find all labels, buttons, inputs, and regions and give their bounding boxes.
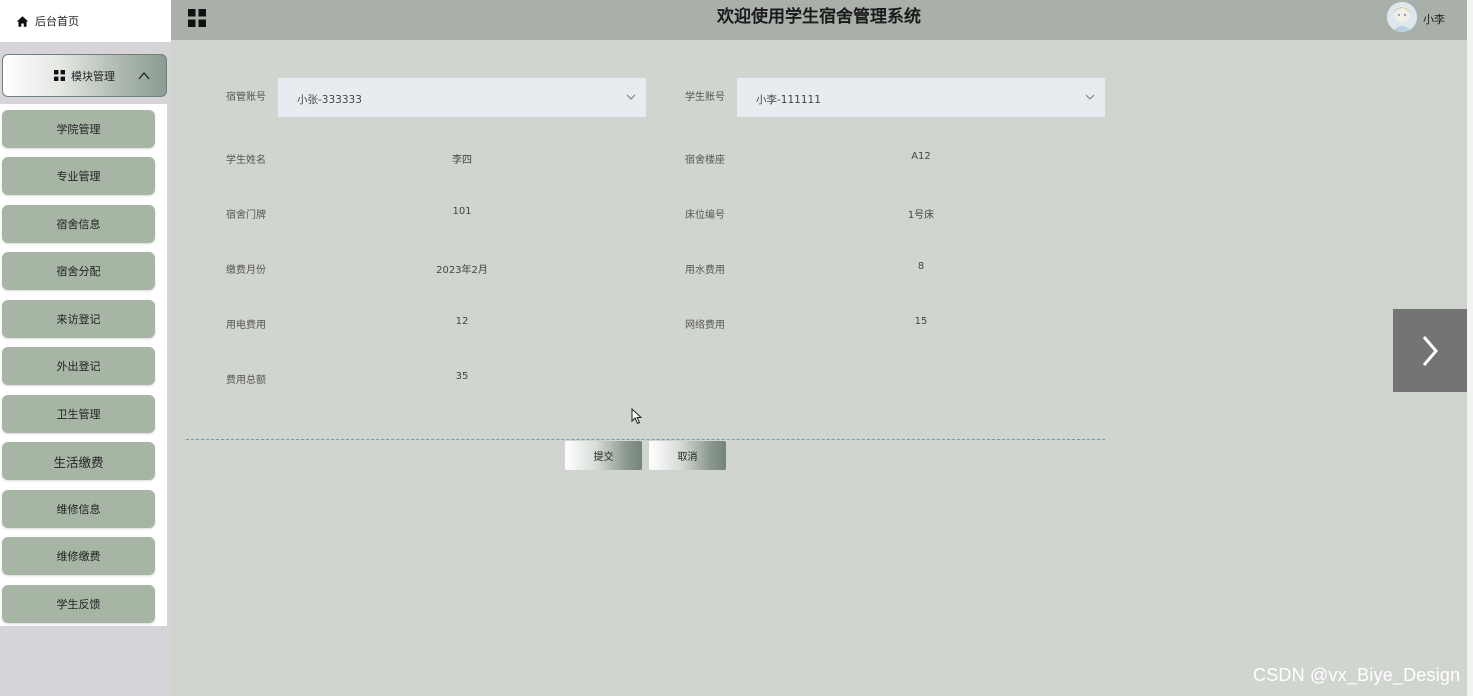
sidebar-item-repair-fees[interactable]: 维修缴费 — [2, 537, 155, 575]
sidebar-item-dorm-info[interactable]: 宿舍信息 — [2, 205, 155, 243]
month-value: 2023年2月 — [436, 265, 488, 276]
avatar-image-icon — [1387, 2, 1417, 32]
student-account-value: 小李-111111 — [756, 94, 821, 106]
username[interactable]: 小李 — [1423, 11, 1445, 27]
water-fee-value: 8 — [917, 261, 925, 272]
building-value: A12 — [911, 151, 931, 162]
bed-label: 床位编号 — [685, 210, 725, 221]
scrollbar-track — [1467, 0, 1473, 696]
submit-button[interactable]: 提交 — [565, 441, 642, 470]
water-fee-label: 用水费用 — [685, 265, 725, 276]
chevron-up-icon — [138, 71, 150, 80]
student-account-select[interactable]: 小李-111111 — [737, 78, 1105, 117]
manager-account-value: 小张-333333 — [297, 94, 362, 106]
student-account-label: 学生账号 — [685, 92, 725, 103]
manager-account-label: 宿管账号 — [226, 92, 266, 103]
mouse-cursor-icon — [631, 408, 643, 425]
sidebar-item-hygiene[interactable]: 卫生管理 — [2, 395, 155, 433]
home-link[interactable]: 后台首页 — [0, 0, 171, 42]
network-fee-value: 15 — [914, 316, 928, 327]
sidebar-item-repair-info[interactable]: 维修信息 — [2, 490, 155, 528]
sidebar-item-feedback[interactable]: 学生反馈 — [2, 585, 155, 623]
chevron-down-icon — [1085, 94, 1095, 100]
chevron-right-icon — [1422, 335, 1438, 366]
sidebar-item-dorm-allocation[interactable]: 宿舍分配 — [2, 252, 155, 290]
form-divider — [186, 439, 1105, 440]
network-fee-label: 网络费用 — [685, 320, 725, 331]
module-menu-label: 模块管理 — [71, 69, 115, 83]
manager-account-select[interactable]: 小张-333333 — [278, 78, 646, 117]
grid-icon — [54, 70, 65, 81]
electric-fee-value: 12 — [455, 316, 469, 327]
sidebar-item-major[interactable]: 专业管理 — [2, 157, 155, 195]
sidebar-item-visitor-log[interactable]: 来访登记 — [2, 300, 155, 338]
bed-value: 1号床 — [907, 210, 935, 221]
home-label: 后台首页 — [35, 15, 79, 28]
module-menu-toggle[interactable]: 模块管理 — [2, 54, 167, 97]
watermark: CSDN @vx_Biye_Design — [1253, 665, 1461, 685]
next-page-button[interactable] — [1393, 309, 1467, 392]
sidebar-item-college[interactable]: 学院管理 — [2, 110, 155, 148]
sidebar-item-living-fees[interactable]: 生活缴费 — [2, 442, 155, 480]
building-label: 宿舍楼座 — [685, 155, 725, 166]
room-label: 宿舍门牌 — [226, 210, 266, 221]
chevron-down-icon — [626, 94, 636, 100]
electric-fee-label: 用电费用 — [226, 320, 266, 331]
total-fee-value: 35 — [455, 371, 469, 382]
module-menu-panel: 学院管理 专业管理 宿舍信息 宿舍分配 来访登记 外出登记 卫生管理 生活缴费 … — [0, 104, 167, 626]
student-name-label: 学生姓名 — [226, 155, 266, 166]
room-value: 101 — [452, 206, 472, 217]
cancel-button[interactable]: 取消 — [649, 441, 726, 470]
sidebar: 后台首页 模块管理 学院管理 专业管理 宿舍信息 宿舍分配 来访登记 外出登记 … — [0, 0, 171, 696]
total-fee-label: 费用总额 — [226, 375, 266, 386]
avatar[interactable] — [1387, 2, 1417, 32]
home-icon — [16, 15, 29, 27]
top-bar: 欢迎使用学生宿舍管理系统 小李 — [171, 0, 1467, 40]
month-label: 缴费月份 — [226, 265, 266, 276]
student-name-value: 李四 — [452, 155, 472, 166]
page-title: 欢迎使用学生宿舍管理系统 — [717, 7, 921, 27]
sidebar-item-outing-log[interactable]: 外出登记 — [2, 347, 155, 385]
